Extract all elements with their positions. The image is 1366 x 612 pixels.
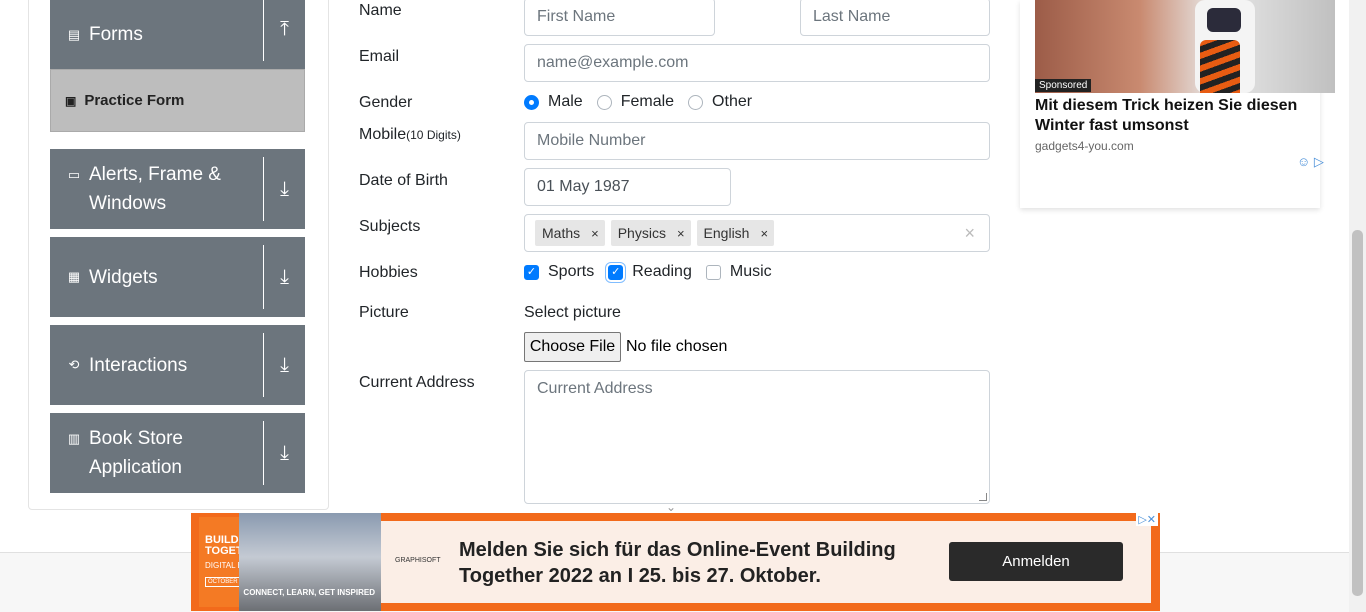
heater-grille: [1200, 40, 1240, 93]
choose-file-button[interactable]: Choose File: [524, 332, 621, 362]
mobile-hint: (10 Digits): [406, 128, 461, 142]
event-photo: CONNECT, LEARN, GET INSPIRED: [239, 513, 381, 611]
side-ad-source[interactable]: gadgets4-you.com: [1035, 139, 1134, 153]
photo-tagline: CONNECT, LEARN, GET INSPIRED: [243, 588, 375, 597]
address-textarea[interactable]: Current Address: [524, 370, 990, 504]
vertical-scrollbar[interactable]: [1349, 0, 1366, 612]
hobby-option-label: Music: [729, 263, 772, 280]
hobby-option-label: Reading: [632, 263, 692, 280]
subject-chip: English ×: [696, 220, 775, 246]
form-icon: ▣: [65, 93, 77, 108]
sidebar-group-book-store[interactable]: ▥ Book Store Application ⤓: [50, 413, 305, 493]
gender-label: Gender: [359, 94, 413, 111]
subjects-input[interactable]: Maths × Physics × English × ×: [524, 214, 990, 252]
chip-label: Maths: [542, 225, 581, 241]
subject-chip: Maths ×: [535, 220, 605, 246]
clear-all-icon[interactable]: ×: [964, 223, 975, 244]
adchoices-icon[interactable]: ☺ ▷: [1297, 154, 1324, 170]
remove-chip-icon[interactable]: ×: [671, 226, 691, 241]
file-status: No file chosen: [626, 338, 728, 355]
heater-dial: [1207, 8, 1241, 32]
address-label: Current Address: [359, 374, 475, 391]
mobile-label-text: Mobile: [359, 126, 407, 143]
gender-female-option[interactable]: Female: [596, 93, 675, 111]
sidebar-group-label-wrap: ▥ Book Store Application: [50, 424, 263, 482]
gender-other-option[interactable]: Other: [688, 93, 752, 111]
checkbox-icon[interactable]: [705, 264, 721, 280]
gender-options: Male Female Other: [524, 93, 766, 111]
radio-icon[interactable]: [596, 94, 612, 110]
sidebar-group-label: Interactions: [89, 354, 188, 376]
chip-label: Physics: [617, 225, 666, 241]
picture-label: Picture: [359, 304, 409, 321]
hobby-reading-option[interactable]: ✓ Reading: [608, 263, 692, 281]
sidebar-group-label-wrap: ▦ Widgets: [50, 263, 263, 292]
checkbox-checked-icon[interactable]: ✓: [608, 264, 624, 280]
gender-male-option[interactable]: Male: [524, 93, 583, 111]
sidebar-group-forms[interactable]: ▤ Forms ⤒: [50, 0, 305, 69]
gender-option-label: Female: [620, 93, 675, 110]
chip-label: English: [703, 225, 750, 241]
banner-content: GRAPHISOFT Melden Sie sich für das Onlin…: [381, 521, 1151, 603]
dob-input[interactable]: 01 May 1987: [524, 168, 731, 206]
hobby-sports-option[interactable]: ✓ Sports: [524, 263, 594, 281]
sidebar-group-forms-label-wrap: ▤ Forms: [50, 10, 263, 49]
hobbies-options: ✓ Sports ✓ Reading Music: [524, 263, 786, 281]
sidebar-group-label: Forms: [89, 24, 143, 45]
bottom-ad-banner[interactable]: BUILDING TOGETHER DIGITAL EVENT OCTOBER …: [191, 513, 1160, 611]
side-ad-headline[interactable]: Mit diesem Trick heizen Sie diesen Winte…: [1035, 96, 1325, 136]
radio-checked-icon[interactable]: [524, 94, 539, 110]
sidebar-group-alerts[interactable]: ▭ Alerts, Frame & Windows ⤓: [50, 149, 305, 229]
remove-chip-icon[interactable]: ×: [585, 226, 605, 241]
hobby-option-label: Sports: [548, 263, 595, 280]
widgets-icon: ▦: [67, 269, 81, 284]
expand-down-icon[interactable]: ⤓: [263, 245, 305, 309]
register-button[interactable]: Anmelden: [949, 542, 1123, 581]
sidebar-group-widgets[interactable]: ▦ Widgets ⤓: [50, 237, 305, 317]
sidebar-group-label-wrap: ⟲ Interactions: [50, 351, 263, 380]
expand-down-icon[interactable]: ⤓: [263, 421, 305, 485]
first-name-input[interactable]: First Name: [524, 0, 715, 36]
sidebar-group-label: Widgets: [89, 266, 158, 288]
chevron-down-icon[interactable]: ⌄: [666, 500, 676, 514]
subject-chip: Physics ×: [610, 220, 691, 246]
email-input[interactable]: name@example.com: [524, 44, 990, 82]
sidebar-item-label: Practice Form: [84, 92, 185, 109]
gender-option-label: Male: [548, 93, 583, 110]
last-name-input[interactable]: Last Name: [800, 0, 990, 36]
file-icon: ▤: [67, 26, 81, 42]
expand-down-icon[interactable]: ⤓: [263, 333, 305, 397]
scrollbar-thumb[interactable]: [1352, 230, 1363, 596]
page: ▤ Forms ⤒ ▣ Practice Form ▭ Alerts, Fram…: [0, 0, 1366, 612]
expand-down-icon[interactable]: ⤓: [263, 157, 305, 221]
select-picture-text: Select picture: [524, 304, 621, 321]
sidebar-group-label-wrap: ▭ Alerts, Frame & Windows: [50, 160, 263, 218]
mobile-input[interactable]: Mobile Number: [524, 122, 990, 160]
remove-chip-icon[interactable]: ×: [754, 226, 774, 241]
email-label: Email: [359, 48, 400, 65]
window-icon: ▭: [67, 166, 81, 182]
ad-close-icon[interactable]: ▷✕: [1136, 513, 1158, 526]
graphisoft-logo: GRAPHISOFT: [395, 557, 441, 564]
name-label: Name: [359, 2, 402, 19]
gender-option-label: Other: [712, 93, 753, 110]
sidebar-group-label: Alerts, Frame & Windows: [89, 164, 221, 214]
subjects-label: Subjects: [359, 218, 421, 235]
address-placeholder: Current Address: [537, 380, 653, 397]
hobbies-label: Hobbies: [359, 264, 418, 281]
sidebar-group-interactions[interactable]: ⟲ Interactions ⤓: [50, 325, 305, 405]
collapse-up-icon[interactable]: ⤒: [263, 0, 305, 61]
book-icon: ▥: [67, 430, 81, 446]
sidebar-group-label: Book Store Application: [89, 428, 183, 478]
checkbox-checked-icon[interactable]: ✓: [524, 264, 539, 280]
interactions-icon: ⟲: [68, 357, 80, 372]
resize-handle-icon[interactable]: [979, 493, 987, 501]
sidebar-item-practice-form[interactable]: ▣ Practice Form: [50, 69, 305, 132]
banner-message: Melden Sie sich für das Online-Event Bui…: [459, 539, 896, 587]
mobile-label: Mobile(10 Digits): [359, 126, 461, 144]
hobby-music-option[interactable]: Music: [705, 263, 772, 281]
radio-icon[interactable]: [688, 94, 704, 110]
dob-label: Date of Birth: [359, 172, 448, 189]
sponsored-badge: Sponsored: [1035, 79, 1092, 92]
